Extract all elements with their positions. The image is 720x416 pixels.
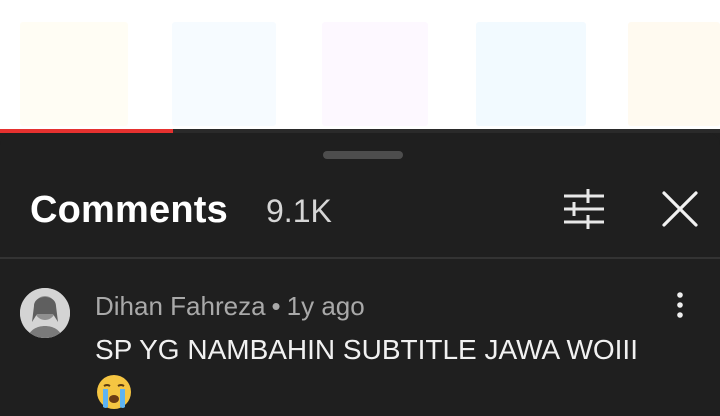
video-frame-tile: [20, 22, 128, 126]
meta-separator: •: [271, 291, 281, 321]
comments-sheet: Comments 9.1K Dihan Fahreza • 1y ago SP …: [0, 133, 720, 409]
video-frame-tile: [172, 22, 276, 126]
comment-text: SP YG NAMBAHIN SUBTITLE JAWA WOIII: [95, 334, 638, 365]
crying-face-icon: [97, 375, 131, 409]
sort-filter-button[interactable]: [558, 186, 610, 232]
comment-timestamp: 1y ago: [286, 291, 365, 321]
header-divider: [0, 257, 720, 259]
video-player[interactable]: [0, 0, 720, 131]
close-icon: [662, 191, 698, 227]
more-vertical-icon: [677, 292, 683, 318]
video-frame-tile: [322, 22, 428, 126]
comment-more-button[interactable]: [666, 290, 694, 320]
drag-handle[interactable]: [323, 151, 403, 159]
comment-meta: Dihan Fahreza • 1y ago: [95, 290, 365, 322]
comment-author[interactable]: Dihan Fahreza: [95, 291, 266, 321]
comments-count: 9.1K: [266, 193, 332, 229]
video-frame-tile: [628, 22, 720, 126]
close-button[interactable]: [654, 183, 706, 235]
user-avatar-icon: [20, 288, 70, 338]
avatar[interactable]: [20, 288, 70, 338]
sort-filter-icon: [564, 189, 604, 229]
video-frame-tile: [476, 22, 586, 126]
crying-face-emoji: [95, 373, 133, 411]
comments-title: Comments: [30, 189, 228, 231]
